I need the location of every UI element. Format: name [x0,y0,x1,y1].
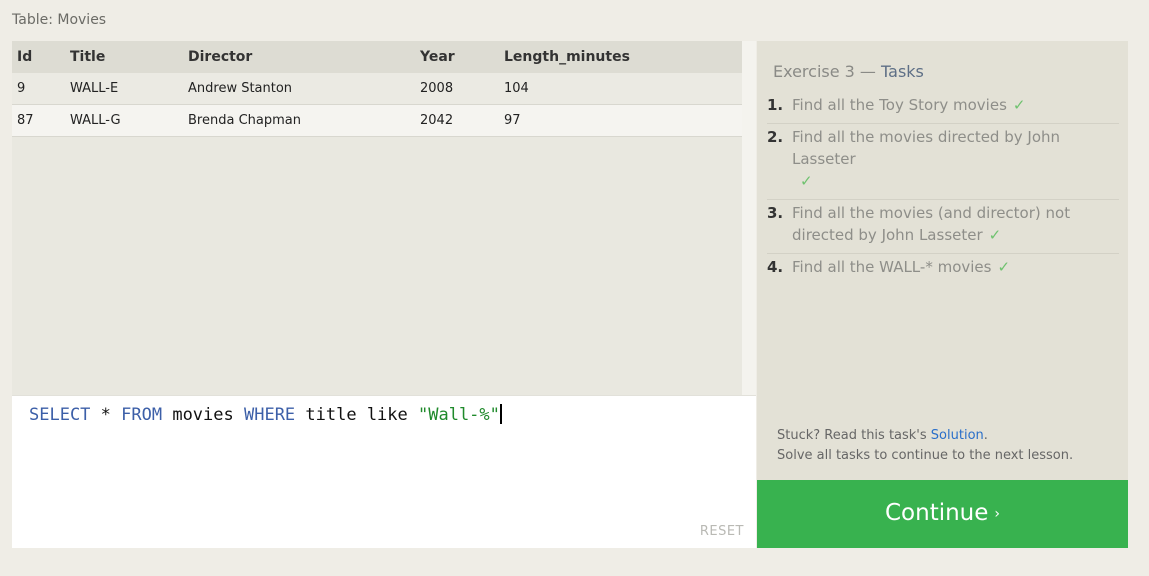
task-number: 2. [767,128,784,146]
sql-query[interactable]: SELECT * FROM movies WHERE title like "W… [29,404,502,425]
stuck-prefix: Stuck? Read this task's [777,428,931,443]
table-caption: Table: Movies [12,12,107,28]
cell-title: WALL-G [65,104,183,137]
results-table: Id Title Director Year Length_minutes 9 … [12,41,742,137]
sql-editor[interactable]: SELECT * FROM movies WHERE title like "W… [12,395,756,548]
results-scrollbar[interactable] [742,41,756,395]
task-text: Find all the movies directed by John Las… [792,126,1119,192]
task-number: 1. [767,96,784,114]
task-text-content: Find all the WALL-* movies [792,258,992,276]
solve-all-text: Solve all tasks to continue to the next … [777,448,1074,463]
checkmark-icon: ✓ [800,172,813,190]
keyword-where: WHERE [243,405,296,425]
task-text-content: Find all the Toy Story movies [792,96,1007,114]
task-text: Find all the WALL-* movies ✓ [792,256,1119,278]
continue-button[interactable]: Continue › [757,480,1128,548]
task-item: 1. Find all the Toy Story movies ✓ [767,93,1119,124]
checkmark-icon: ✓ [988,226,1002,244]
reset-button[interactable]: RESET [700,524,744,539]
query-condition: title like [295,405,418,425]
help-text: Stuck? Read this task's Solution. Solve … [777,426,1073,466]
cell-id: 9 [12,73,65,105]
cell-director: Brenda Chapman [183,104,415,137]
continue-label: Continue [884,500,989,526]
task-list: 1. Find all the Toy Story movies ✓ 2. Fin… [767,93,1119,286]
cell-director: Andrew Stanton [183,73,415,105]
cell-year: 2008 [415,73,499,105]
task-item: 2. Find all the movies directed by John … [767,125,1119,200]
cell-id: 87 [12,104,65,137]
task-text-content: Find all the movies (and director) not d… [792,204,1071,244]
exercise-prefix: Exercise 3 — [773,62,882,81]
column-header-year: Year [415,41,499,73]
exercise-tasks-word: Tasks [881,62,924,81]
column-header-director: Director [183,41,415,73]
query-string-literal: "Wall-%" [418,405,500,425]
task-panel: Exercise 3 — Tasks 1. Find all the Toy S… [757,41,1128,480]
checkmark-icon: ✓ [1012,96,1026,114]
column-header-length-minutes: Length_minutes [499,41,742,73]
table-row: 9 WALL-E Andrew Stanton 2008 104 [12,73,742,105]
checkmark-icon: ✓ [997,258,1011,276]
task-number: 3. [767,204,784,222]
cell-year: 2042 [415,104,499,137]
cell-length-minutes: 97 [499,104,742,137]
column-header-title: Title [65,41,183,73]
keyword-from: FROM [121,405,163,425]
task-text: Find all the movies (and director) not d… [792,202,1119,246]
task-text: Find all the Toy Story movies ✓ [792,94,1119,116]
table-row: 87 WALL-G Brenda Chapman 2042 97 [12,104,742,137]
query-table: movies [162,405,244,425]
keyword-select: SELECT [29,405,91,425]
column-header-id: Id [12,41,65,73]
solution-link[interactable]: Solution [931,428,984,443]
chevron-right-icon: › [994,506,1001,522]
task-item: 4. Find all the WALL-* movies ✓ [767,255,1119,285]
text-caret [499,404,502,424]
cell-title: WALL-E [65,73,183,105]
query-star: * [90,405,122,425]
task-number: 4. [767,258,784,276]
results-header-row: Id Title Director Year Length_minutes [12,41,742,73]
results-panel: Id Title Director Year Length_minutes 9 … [12,41,742,395]
stuck-suffix: . [983,428,988,443]
exercise-title: Exercise 3 — Tasks [773,62,924,81]
task-text-content: Find all the movies directed by John Las… [792,128,1061,168]
task-item: 3. Find all the movies (and director) no… [767,201,1119,254]
cell-length-minutes: 104 [499,73,742,105]
